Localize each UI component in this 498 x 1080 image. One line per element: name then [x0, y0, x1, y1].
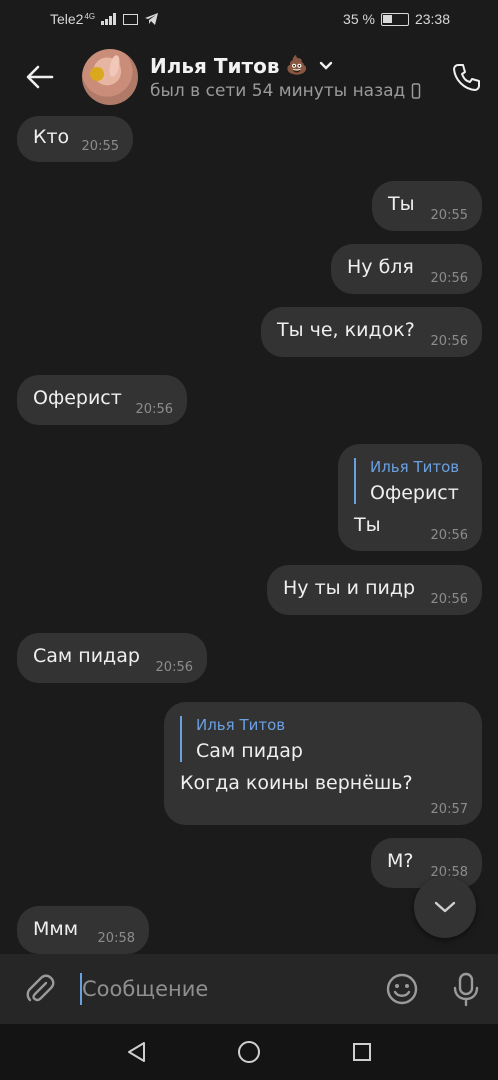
attach-button[interactable] — [0, 973, 80, 1005]
message-text: Оферист — [33, 387, 122, 409]
message-text: Ты че, кидок? — [277, 319, 415, 341]
message-outgoing[interactable]: Ты че, кидок? 20:56 — [261, 307, 482, 357]
telegram-icon — [145, 13, 159, 25]
message-text: Ты — [354, 514, 381, 536]
message-input[interactable]: Сообщение — [80, 969, 370, 1009]
nav-recents-icon[interactable] — [351, 1041, 373, 1063]
message-time: 20:56 — [430, 592, 468, 607]
message-text: Ммм — [33, 918, 79, 940]
message-text: Ты — [388, 193, 415, 215]
avatar[interactable] — [82, 49, 138, 105]
message-outgoing[interactable]: Ну ты и пидр 20:56 — [267, 565, 482, 615]
message-outgoing[interactable]: Ты 20:55 — [372, 181, 482, 231]
message-outgoing-reply[interactable]: Илья Титов Сам пидар Когда коины вернёшь… — [164, 702, 482, 825]
battery-percent: 35 % — [343, 11, 375, 27]
chat-header: Илья Титов 💩 был в сети 54 минуты назад — [0, 38, 498, 116]
reply-author: Илья Титов — [196, 716, 286, 734]
reply-quote[interactable]: Илья Титов Сам пидар — [180, 716, 303, 762]
text-cursor — [80, 973, 82, 1005]
network-label: 4G — [84, 11, 96, 21]
call-button[interactable] — [434, 38, 498, 116]
phone-device-icon — [412, 82, 421, 99]
nav-home-icon[interactable] — [236, 1039, 262, 1065]
arrow-left-icon — [26, 65, 54, 89]
message-time: 20:55 — [81, 139, 119, 154]
paperclip-icon — [26, 974, 55, 1002]
message-input-placeholder: Сообщение — [82, 977, 209, 1001]
message-time: 20:56 — [430, 334, 468, 349]
battery-icon — [380, 12, 409, 26]
signal-icon — [101, 13, 117, 25]
voice-message-button[interactable] — [434, 971, 498, 1007]
reply-author: Илья Титов — [370, 458, 460, 476]
message-incoming[interactable]: Ммм 20:58 — [17, 906, 149, 954]
message-text: М? — [387, 850, 414, 872]
message-time: 20:58 — [97, 931, 135, 946]
chat-title-block[interactable]: Илья Титов 💩 был в сети 54 минуты назад — [150, 54, 434, 101]
message-outgoing-reply[interactable]: Илья Титов Оферист Ты 20:56 — [338, 444, 482, 551]
mail-icon — [123, 13, 139, 25]
message-text: Сам пидар — [33, 645, 140, 667]
scroll-to-bottom-button[interactable] — [414, 876, 476, 938]
message-time: 20:56 — [135, 402, 173, 417]
message-incoming[interactable]: Кто 20:55 — [17, 116, 133, 162]
message-composer: Сообщение — [0, 954, 498, 1024]
reply-text: Оферист — [370, 482, 459, 504]
last-seen-status: был в сети 54 минуты назад — [150, 80, 406, 101]
message-time: 20:55 — [430, 208, 468, 223]
smiley-icon — [386, 973, 418, 1005]
reply-quote[interactable]: Илья Титов Оферист — [354, 458, 459, 504]
chevron-down-icon[interactable] — [318, 60, 334, 72]
back-button[interactable] — [0, 38, 80, 116]
message-time: 20:56 — [430, 528, 468, 543]
chevron-down-icon — [434, 901, 456, 913]
message-text: Ну бля — [347, 256, 414, 278]
message-text: Кто — [33, 126, 70, 148]
message-time: 20:56 — [430, 271, 468, 286]
message-list[interactable]: Кто 20:55 Ты 20:55 Ну бля 20:56 Ты че, к… — [0, 116, 498, 954]
clock: 23:38 — [414, 11, 450, 27]
message-time: 20:56 — [155, 660, 193, 675]
system-nav-bar — [0, 1024, 498, 1080]
message-text: Ну ты и пидр — [283, 577, 416, 599]
carrier-label: Tele2 — [50, 11, 84, 27]
message-incoming[interactable]: Оферист 20:56 — [17, 375, 187, 425]
poop-emoji: 💩 — [285, 55, 308, 76]
message-time: 20:57 — [430, 802, 468, 817]
message-text: Когда коины вернёшь? — [180, 772, 413, 794]
status-bar: Tele2 4G 35 % 23:38 — [0, 0, 498, 38]
microphone-icon — [453, 972, 479, 1007]
message-outgoing[interactable]: Ну бля 20:56 — [331, 244, 482, 294]
nav-back-icon[interactable] — [125, 1040, 147, 1064]
contact-name: Илья Титов — [150, 53, 280, 78]
emoji-button[interactable] — [370, 972, 434, 1006]
reply-text: Сам пидар — [196, 740, 303, 762]
phone-icon — [453, 64, 480, 91]
message-incoming[interactable]: Сам пидар 20:56 — [17, 633, 207, 683]
